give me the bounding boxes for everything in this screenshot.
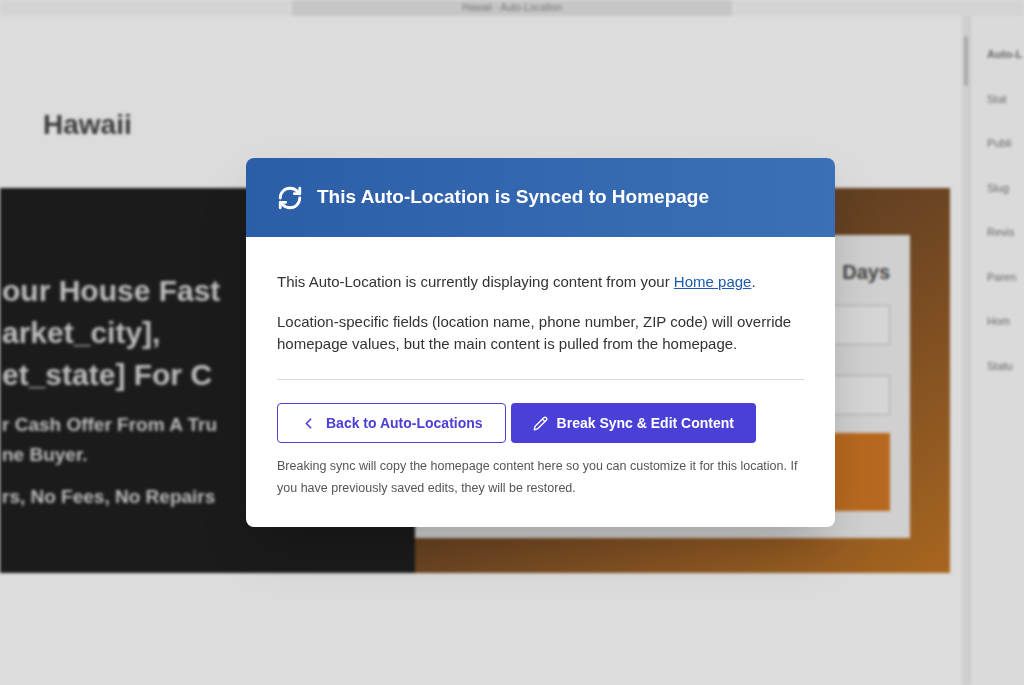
sidebar-label: Stat — [987, 91, 1024, 108]
sidebar-label: Hom — [987, 313, 1024, 330]
home-page-link[interactable]: Home page — [674, 273, 752, 290]
modal-note: Breaking sync will copy the homepage con… — [277, 455, 804, 499]
break-sync-button[interactable]: Break Sync & Edit Content — [511, 403, 756, 443]
sync-modal: This Auto-Location is Synced to Homepage… — [246, 158, 835, 527]
divider — [277, 379, 804, 380]
form-input[interactable] — [830, 305, 890, 345]
sync-icon — [277, 185, 303, 211]
top-bar: Hawaii · Auto-Location — [0, 0, 1024, 16]
modal-header: This Auto-Location is Synced to Homepage — [246, 158, 835, 237]
document-title: Hawaii · Auto-Location — [292, 0, 732, 16]
sidebar-label: Slug — [987, 180, 1024, 197]
sidebar-label: Statu — [987, 358, 1024, 375]
chevron-left-icon — [300, 415, 317, 432]
pencil-icon — [533, 416, 548, 431]
sidebar-tab[interactable]: Auto-L — [987, 46, 1024, 63]
settings-sidebar: Auto-L Stat Publi Slug Revis Paren Hom Statu — [970, 16, 1024, 685]
scrollbar[interactable] — [962, 16, 970, 685]
modal-details: Location-specific fields (location name,… — [277, 311, 804, 355]
sidebar-label: Publi — [987, 135, 1024, 152]
sidebar-label: Revis — [987, 224, 1024, 241]
sidebar-label: Paren — [987, 269, 1024, 286]
page-heading: Hawaii — [0, 108, 962, 142]
back-button[interactable]: Back to Auto-Locations — [277, 403, 506, 443]
form-heading: Days — [842, 257, 890, 287]
form-input[interactable] — [830, 375, 890, 415]
form-submit[interactable] — [830, 433, 890, 511]
editor-screen: Hawaii · Auto-LocationHawaiiour House Fa… — [0, 0, 1024, 685]
modal-title: This Auto-Location is Synced to Homepage — [317, 183, 709, 212]
modal-intro: This Auto-Location is currently displayi… — [277, 271, 804, 293]
